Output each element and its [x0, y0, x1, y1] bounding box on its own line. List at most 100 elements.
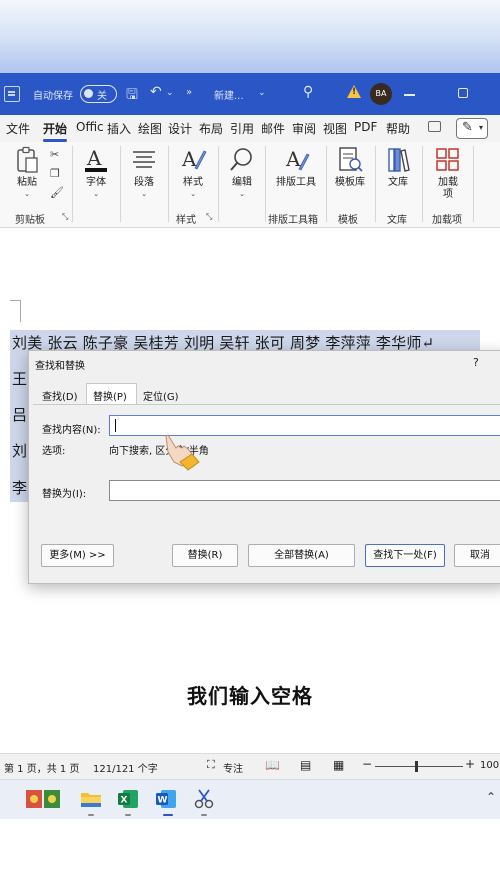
dialog-launcher-icon[interactable]: ⤡	[206, 212, 212, 222]
paste-button[interactable]: 粘贴 ⌄	[12, 146, 42, 198]
chevron-down-icon[interactable]: ⌄	[166, 88, 174, 98]
styles-label: 样式	[183, 177, 203, 188]
file-explorer-icon[interactable]	[80, 788, 102, 810]
addins-label: 加载项	[438, 177, 458, 200]
line-start-char[interactable]: 刘	[12, 440, 27, 461]
format-painter-icon[interactable]: 🖌	[50, 186, 64, 199]
page-count[interactable]: 第 1 页，共 1 页	[4, 760, 79, 775]
separator	[218, 146, 219, 222]
zoom-in-icon[interactable]: +	[465, 757, 475, 771]
typesetting-tools-button[interactable]: A 排版工具	[270, 146, 322, 189]
cancel-button[interactable]: 取消	[454, 544, 500, 567]
print-layout-icon[interactable]: ▤	[300, 758, 311, 772]
more-button[interactable]: 更多(M) >>	[41, 544, 114, 567]
text-caret	[115, 419, 116, 432]
chevron-down-icon[interactable]: ⌄	[258, 88, 266, 98]
restore-icon[interactable]	[458, 88, 468, 98]
replace-button[interactable]: 替换(R)	[172, 544, 238, 567]
comment-icon[interactable]	[428, 121, 441, 132]
word-count[interactable]: 121/121 个字	[93, 760, 158, 775]
tab-draw[interactable]: 绘图	[138, 120, 162, 137]
save-icon[interactable]: 🖫	[126, 84, 138, 108]
group-label-typesetting: 排版工具箱	[268, 215, 318, 226]
tab-help[interactable]: 帮助	[386, 120, 410, 137]
snipping-tool-icon[interactable]	[193, 788, 215, 810]
zoom-level[interactable]: 100	[480, 760, 499, 771]
tab-goto[interactable]: 定位(G)	[143, 388, 179, 403]
minimize-icon[interactable]	[404, 94, 415, 96]
replace-all-button[interactable]: 全部替换(A)	[248, 544, 355, 567]
search-icon[interactable]: ⚲	[303, 84, 313, 100]
tab-review[interactable]: 审阅	[292, 120, 316, 137]
focus-mode-label[interactable]: 专注	[223, 760, 243, 775]
typesetting-label: 排版工具	[276, 177, 316, 188]
separator	[326, 146, 327, 222]
copy-icon[interactable]: ❐	[50, 167, 60, 180]
zoom-out-icon[interactable]: −	[362, 757, 372, 771]
word-icon[interactable]: W	[155, 788, 177, 810]
autosave-toggle[interactable]: 关	[80, 85, 117, 103]
tab-mailings[interactable]: 邮件	[261, 120, 285, 137]
tab-office[interactable]: Offic	[76, 120, 104, 134]
separator	[120, 146, 121, 222]
status-bar: 第 1 页，共 1 页 121/121 个字 ⛶ 专注 📖 ▤ ▦ − + 10…	[0, 753, 500, 779]
undo-icon[interactable]: ↶	[150, 84, 162, 100]
separator	[422, 146, 423, 222]
tab-references[interactable]: 引用	[230, 120, 254, 137]
warning-icon[interactable]	[347, 85, 361, 98]
focus-icon[interactable]: ⛶	[207, 758, 215, 772]
tab-home[interactable]: 开始	[43, 120, 68, 142]
web-layout-icon[interactable]: ▦	[333, 758, 344, 772]
line-start-char[interactable]: 王	[12, 368, 27, 389]
tab-file[interactable]: 文件	[6, 120, 30, 137]
line-start-char[interactable]: 吕	[12, 404, 27, 425]
chevron-up-icon[interactable]: ⌃	[486, 790, 496, 804]
tab-pdf[interactable]: PDF	[354, 120, 377, 134]
avatar[interactable]: BA	[370, 83, 392, 105]
tab-insert[interactable]: 插入	[107, 120, 131, 137]
paste-label: 粘贴	[17, 177, 37, 188]
template-library-button[interactable]: 模板库	[330, 146, 370, 189]
magnifier-icon	[230, 148, 252, 171]
paragraph-label: 段落	[134, 177, 154, 188]
autosave-label: 自动保存	[33, 91, 73, 102]
font-icon: A	[85, 146, 107, 172]
separator	[72, 146, 73, 222]
line-start-char[interactable]: 李	[12, 477, 27, 498]
tab-divider	[33, 404, 500, 405]
find-next-button[interactable]: 查找下一处(F)	[365, 544, 445, 567]
styles-button[interactable]: A 样式 ⌄	[176, 146, 210, 198]
taskbar: X W ⌃	[0, 779, 500, 819]
editing-button[interactable]: 编辑 ⌄	[226, 146, 258, 198]
find-what-label: 查找内容(N):	[42, 425, 101, 436]
paragraph-button[interactable]: 段落 ⌄	[128, 146, 160, 198]
tab-find[interactable]: 查找(D)	[42, 388, 78, 403]
tab-layout[interactable]: 布局	[199, 120, 223, 137]
typesetting-icon: A	[285, 147, 310, 171]
editing-mode-button[interactable]: ✎ ▾	[456, 118, 488, 139]
font-label: 字体	[86, 177, 106, 188]
zoom-slider-thumb[interactable]	[415, 761, 418, 772]
toggle-knob	[84, 89, 93, 98]
read-mode-icon[interactable]: 📖	[265, 758, 280, 772]
tab-view[interactable]: 视图	[323, 120, 347, 137]
zoom-slider-track[interactable]	[375, 766, 463, 767]
desktop-background	[0, 0, 500, 73]
cut-icon[interactable]: ✂	[50, 148, 59, 161]
paragraph-icon	[133, 151, 155, 168]
background	[0, 819, 500, 875]
find-replace-dialog: 查找和替换 ? 查找(D) 替换(P) 定位(G) 查找内容(N): 选项: 向…	[28, 350, 500, 584]
help-icon[interactable]: ?	[473, 356, 479, 369]
tab-design[interactable]: 设计	[168, 120, 192, 137]
photo-viewer-app-icon[interactable]	[26, 788, 62, 810]
addins-button[interactable]: 加载项	[430, 146, 466, 201]
replace-with-input[interactable]	[109, 480, 500, 501]
document-name[interactable]: 新建...	[214, 87, 244, 102]
excel-icon[interactable]: X	[117, 788, 139, 810]
chevron-down-icon: ⌄	[190, 190, 196, 198]
more-commands-icon[interactable]: »	[186, 87, 192, 98]
library-button[interactable]: 文库	[380, 146, 416, 189]
tab-replace[interactable]: 替换(P)	[93, 388, 127, 403]
dialog-launcher-icon[interactable]: ⤡	[62, 212, 68, 222]
font-button[interactable]: A 字体 ⌄	[80, 146, 112, 198]
